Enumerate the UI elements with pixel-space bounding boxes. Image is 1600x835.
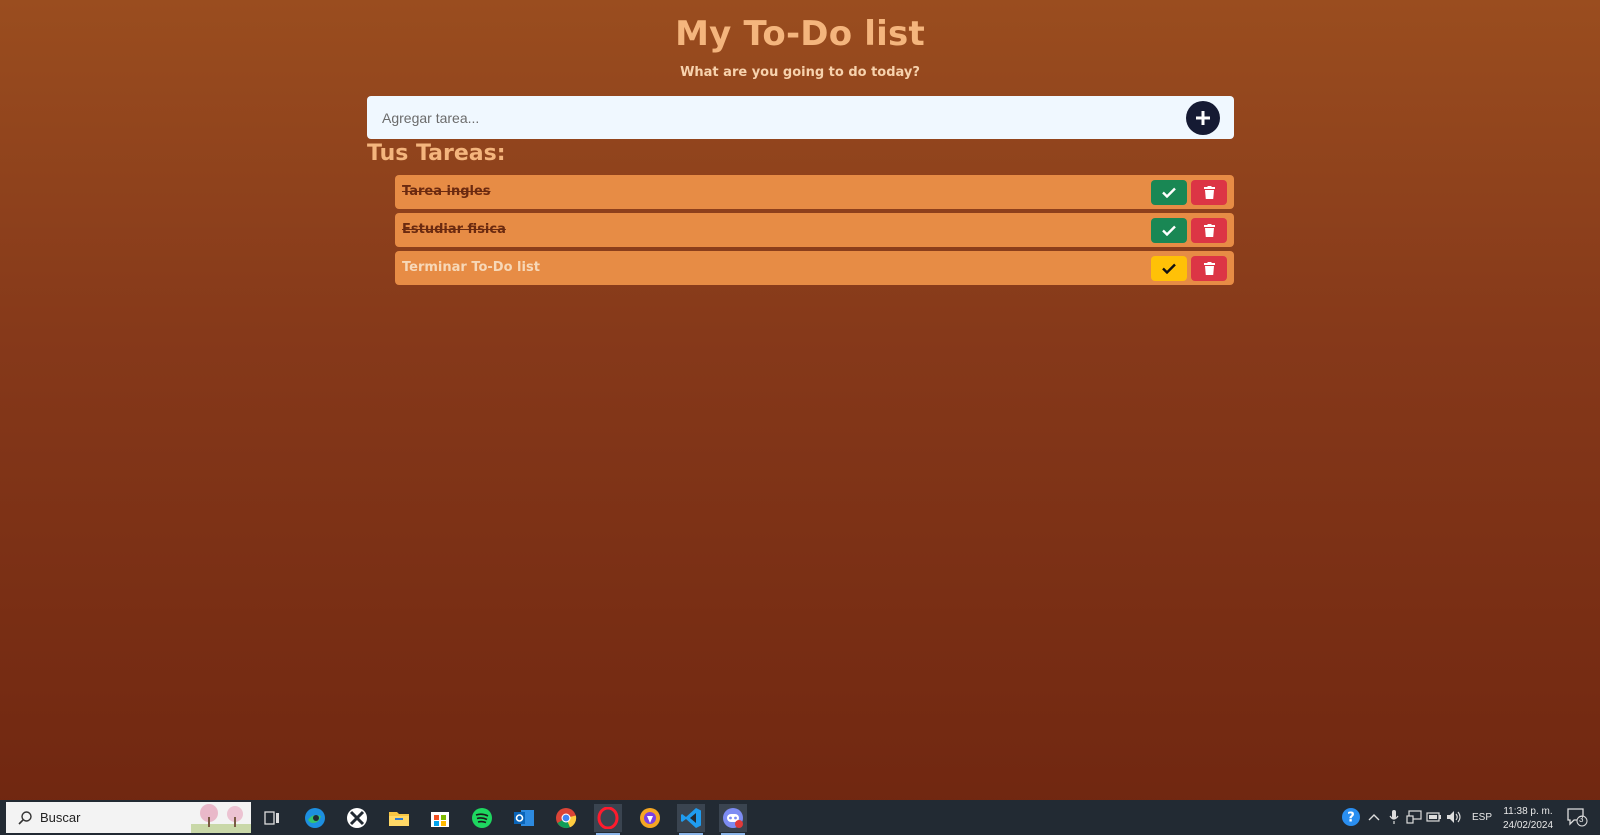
add-task-button[interactable] — [1186, 101, 1220, 135]
task-view-icon[interactable] — [258, 804, 286, 832]
help-icon[interactable]: ? — [1341, 807, 1361, 827]
outlook-icon[interactable] — [510, 804, 538, 832]
svg-text:?: ? — [1347, 811, 1355, 826]
chrome-icon[interactable] — [552, 804, 580, 832]
volume-icon[interactable] — [1446, 809, 1462, 825]
spotify-icon[interactable] — [468, 804, 496, 832]
task-text: Terminar To-Do list — [402, 260, 540, 275]
clock[interactable]: 11:38 p. m. 24/02/2024 — [1500, 805, 1556, 833]
taskbar: Buscar ? ESP 11:38 p. m. 24/02/2024 3 — [0, 800, 1600, 835]
check-icon — [1162, 187, 1176, 198]
search-icon — [18, 810, 32, 825]
store-icon[interactable] — [426, 804, 454, 832]
edge-icon[interactable] — [301, 804, 329, 832]
trash-icon — [1203, 186, 1215, 199]
opera-icon[interactable] — [594, 804, 622, 835]
check-icon — [1162, 225, 1176, 236]
file-explorer-icon[interactable] — [385, 804, 413, 832]
tasks-heading: Tus Tareas: — [367, 141, 506, 166]
complete-task-button[interactable] — [1151, 218, 1187, 243]
clock-time: 11:38 p. m. — [1503, 806, 1553, 817]
chevron-up-icon[interactable] — [1366, 809, 1382, 825]
task-item: Terminar To-Do list — [395, 251, 1234, 285]
todo-app: My To-Do list What are you going to do t… — [0, 0, 1600, 800]
task-text: Estudiar fisica — [402, 222, 506, 237]
task-item: Tarea ingles — [395, 175, 1234, 209]
search-label: Buscar — [40, 810, 81, 825]
brave-icon[interactable] — [636, 804, 664, 832]
trash-icon — [1203, 262, 1215, 275]
page-subtitle: What are you going to do today? — [680, 65, 920, 80]
notifications-count: 3 — [1579, 815, 1584, 824]
delete-task-button[interactable] — [1191, 218, 1227, 243]
xbox-icon[interactable] — [343, 804, 371, 832]
page-title: My To-Do list — [675, 14, 925, 54]
add-task-bar — [367, 96, 1234, 139]
delete-task-button[interactable] — [1191, 180, 1227, 205]
network-icon[interactable] — [1406, 809, 1422, 825]
language-indicator[interactable]: ESP — [1472, 812, 1492, 823]
plus-icon — [1196, 111, 1210, 125]
delete-task-button[interactable] — [1191, 256, 1227, 281]
task-list: Tarea ingles Estudiar fisica Terminar To… — [395, 175, 1234, 289]
check-icon — [1162, 263, 1176, 274]
trash-icon — [1203, 224, 1215, 237]
complete-task-button[interactable] — [1151, 256, 1187, 281]
vscode-icon[interactable] — [677, 804, 705, 835]
add-task-input[interactable] — [367, 96, 1167, 139]
complete-task-button[interactable] — [1151, 180, 1187, 205]
taskbar-search[interactable]: Buscar — [6, 802, 251, 833]
cherry-blossom-icon — [191, 804, 251, 833]
battery-icon[interactable] — [1426, 809, 1442, 825]
notifications-icon[interactable]: 3 — [1566, 807, 1588, 827]
microphone-icon[interactable] — [1386, 809, 1402, 825]
clock-date: 24/02/2024 — [1502, 820, 1554, 831]
task-text: Tarea ingles — [402, 184, 491, 199]
discord-icon[interactable] — [719, 804, 747, 835]
task-item: Estudiar fisica — [395, 213, 1234, 247]
